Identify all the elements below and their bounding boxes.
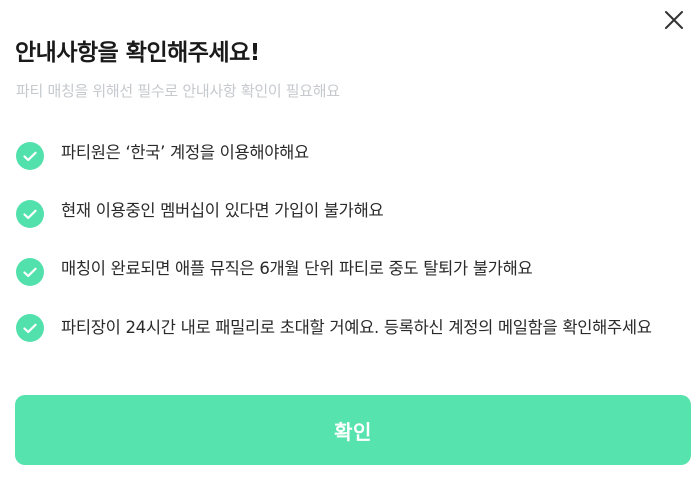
notice-modal: 안내사항을 확인해주세요! 파티 매칭을 위해선 필수로 안내사항 확인이 필요…: [0, 0, 700, 489]
confirm-button[interactable]: 확인: [15, 395, 691, 465]
confirm-button-label: 확인: [334, 421, 372, 444]
notice-text: 파티장이 24시간 내로 패밀리로 초대할 거예요. 등록하신 계정의 메일함을…: [61, 318, 652, 337]
notice-item: 현재 이용중인 멤버십이 있다면 가입이 불가해요: [16, 198, 688, 228]
check-circle-icon: [16, 314, 44, 342]
notice-text: 매칭이 완료되면 애플 뮤직은 6개월 단위 파티로 중도 탈퇴가 불가해요: [61, 259, 533, 278]
notice-item: 매칭이 완료되면 애플 뮤직은 6개월 단위 파티로 중도 탈퇴가 불가해요: [16, 256, 688, 286]
modal-title: 안내사항을 확인해주세요!: [15, 40, 260, 66]
notice-item: 파티장이 24시간 내로 패밀리로 초대할 거예요. 등록하신 계정의 메일함을…: [16, 314, 688, 342]
notice-text: 파티원은 ‘한국’ 계정을 이용해야해요: [61, 143, 309, 162]
notice-item: 파티원은 ‘한국’ 계정을 이용해야해요: [16, 140, 688, 170]
close-button[interactable]: [662, 8, 686, 32]
check-circle-icon: [16, 200, 44, 228]
notice-text: 현재 이용중인 멤버십이 있다면 가입이 불가해요: [61, 201, 384, 220]
check-circle-icon: [16, 142, 44, 170]
check-circle-icon: [16, 258, 44, 286]
close-icon: [665, 11, 683, 29]
modal-subtitle: 파티 매칭을 위해선 필수로 안내사항 확인이 필요해요: [16, 82, 340, 100]
notice-list: 파티원은 ‘한국’ 계정을 이용해야해요 현재 이용중인 멤버십이 있다면 가입…: [16, 140, 688, 370]
